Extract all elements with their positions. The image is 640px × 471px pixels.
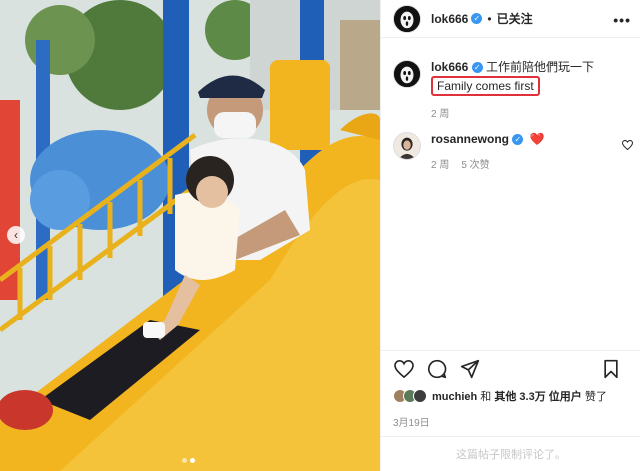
post-date: 3月19日 — [393, 418, 430, 429]
likes-others-count[interactable]: 3.3万 — [519, 391, 545, 403]
portrait-avatar-icon — [394, 133, 420, 159]
chevron-left-icon: ‹ — [14, 228, 18, 242]
likes-summary[interactable]: muchieh 和 其他 3.3万 位用户 赞了 — [393, 388, 607, 404]
caption-text-line: lok666 ✓ 工作前陪他們玩一下 — [431, 60, 594, 75]
comment-text-line: rosannewong ✓ ❤️ — [431, 132, 545, 147]
post-actions — [381, 350, 640, 386]
post-caption: lok666 ✓ 工作前陪他們玩一下 Family comes first 2 … — [393, 60, 633, 120]
caption-age: 2 周 — [431, 109, 450, 120]
comment-likes[interactable]: 5 次赞 — [461, 156, 489, 171]
share-icon[interactable] — [459, 358, 481, 380]
likes-text: muchieh 和 其他 3.3万 位用户 赞了 — [432, 388, 607, 404]
photo-illustration — [0, 0, 380, 471]
liker-avatar — [413, 389, 427, 403]
verified-badge-icon: ✓ — [471, 13, 483, 24]
comment-text: ❤️ — [529, 132, 545, 146]
follow-status-button[interactable]: 已关注 — [497, 10, 533, 27]
carousel-dot-2 — [190, 458, 195, 463]
avatar[interactable] — [393, 4, 421, 33]
ghostface-avatar-icon — [394, 5, 420, 32]
header-username[interactable]: lok666 — [431, 12, 468, 26]
caption-username[interactable]: lok666 — [431, 60, 468, 74]
likes-others-prefix[interactable]: 其他 — [494, 391, 516, 403]
comments-limited-notice: 这篇帖子限制评论了。 — [381, 436, 640, 471]
heart-icon[interactable] — [393, 358, 415, 380]
verified-badge-icon: ✓ — [512, 134, 524, 146]
post-header: lok666 ✓ • 已关注 ••• — [381, 0, 640, 38]
likes-others-suffix[interactable]: 位用户 — [549, 391, 582, 403]
bookmark-icon[interactable] — [600, 358, 622, 380]
post-side-panel: lok666 ✓ • 已关注 ••• lok666 ✓ 工作前陪他們玩一下 Fa… — [380, 0, 640, 471]
liker-username[interactable]: muchieh — [432, 391, 477, 403]
caption-text: 工作前陪他們玩一下 — [486, 60, 595, 74]
comment-age: 2 周 — [431, 160, 450, 171]
comment-username[interactable]: rosannewong — [431, 132, 509, 146]
likes-verb: 赞了 — [584, 391, 607, 403]
carousel-dots — [182, 458, 195, 463]
post-photo[interactable]: ‹ — [0, 0, 380, 471]
comment-meta: 2 周 5 次赞 — [431, 156, 545, 171]
likes-joiner: 和 — [480, 391, 492, 403]
ghostface-avatar-icon — [394, 61, 420, 87]
header-separator: • — [487, 11, 492, 26]
verified-badge-icon: ✓ — [471, 62, 483, 74]
comment-like-heart-icon[interactable] — [621, 139, 634, 153]
caption-avatar[interactable] — [393, 60, 421, 88]
carousel-dot-1 — [182, 458, 187, 463]
comment-item: rosannewong ✓ ❤️ 2 周 5 次赞 — [393, 132, 634, 171]
more-options-icon[interactable]: ••• — [613, 12, 631, 28]
carousel-prev-button[interactable]: ‹ — [7, 226, 25, 244]
comment-icon[interactable] — [426, 358, 448, 380]
caption-highlight: Family comes first — [431, 76, 540, 96]
comment-avatar[interactable] — [393, 132, 421, 160]
